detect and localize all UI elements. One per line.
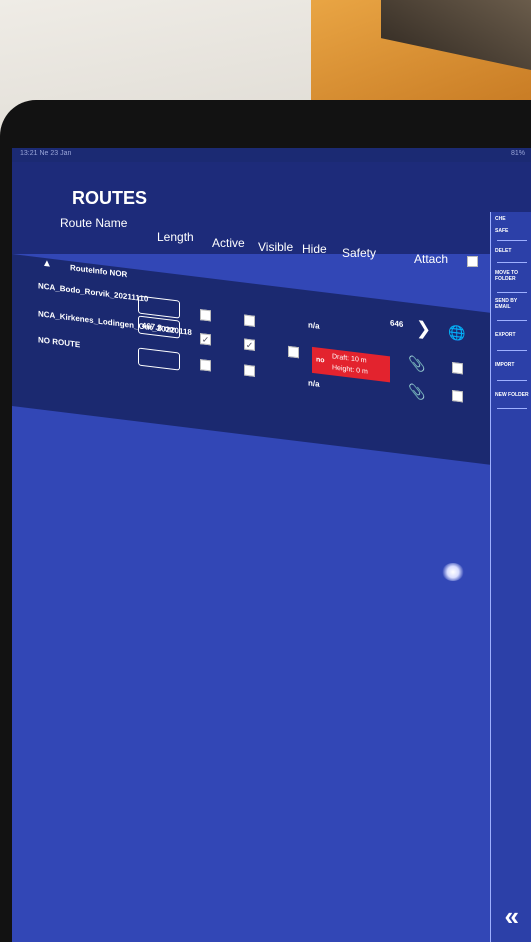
route-count: 646 bbox=[390, 318, 404, 330]
sidebar-item-check[interactable]: CHE bbox=[495, 216, 506, 222]
sidebar-item-move-to-folder[interactable]: MOVE TO FOLDER bbox=[495, 270, 529, 282]
attach-checkbox[interactable] bbox=[452, 362, 463, 375]
table-header: Route Name Length Active Visible Hide Sa… bbox=[12, 212, 491, 267]
safety-status: n/a bbox=[308, 320, 320, 331]
title-bar: ROUTES bbox=[12, 162, 531, 212]
sidebar-divider bbox=[497, 292, 527, 293]
header-attach[interactable]: Attach bbox=[414, 252, 448, 266]
routes-table: ▲ RouteInfo NOR NCA_Bodo_Rorvik_20211110… bbox=[12, 254, 491, 465]
visible-checkbox[interactable]: ✓ bbox=[244, 338, 255, 351]
sidebar-divider bbox=[497, 320, 527, 321]
status-bar: 13:21 Ne 23 Jan 81% bbox=[12, 148, 531, 162]
status-time: 13:21 Ne 23 Jan bbox=[20, 150, 72, 157]
header-visible[interactable]: Visible bbox=[258, 240, 293, 254]
sidebar-divider bbox=[497, 262, 527, 263]
chevron-right-icon[interactable]: ❯ bbox=[416, 318, 431, 341]
safety-details: Draft: 10 m Height: 0 m bbox=[332, 351, 368, 377]
active-checkbox[interactable] bbox=[200, 359, 211, 372]
screen-glare bbox=[442, 563, 464, 581]
sidebar-divider bbox=[497, 380, 527, 381]
header-length[interactable]: Length bbox=[157, 230, 194, 244]
length-field[interactable] bbox=[138, 295, 180, 319]
active-checkbox[interactable] bbox=[200, 309, 211, 322]
folder-icon: ▲ bbox=[42, 257, 52, 270]
attach-checkbox[interactable] bbox=[452, 390, 463, 403]
visible-checkbox[interactable] bbox=[244, 364, 255, 377]
visible-checkbox[interactable] bbox=[244, 314, 255, 327]
active-checkbox[interactable]: ✓ bbox=[200, 333, 211, 346]
safety-status: n/a bbox=[308, 378, 320, 389]
tablet-screen: 13:21 Ne 23 Jan 81% ROUTES Route Name Le… bbox=[12, 148, 531, 942]
page-title: ROUTES bbox=[72, 188, 148, 208]
header-hide[interactable]: Hide bbox=[302, 242, 327, 256]
sidebar-item-new-folder[interactable]: NEW FOLDER bbox=[495, 392, 529, 398]
action-sidebar: CHE SAFE DELET MOVE TO FOLDER SEND BY EM… bbox=[490, 212, 531, 942]
safety-no: no bbox=[316, 356, 325, 365]
collapse-double-chevron-icon[interactable]: « bbox=[505, 901, 519, 932]
length-field[interactable] bbox=[138, 347, 180, 371]
tablet-device: 13:21 Ne 23 Jan 81% ROUTES Route Name Le… bbox=[0, 100, 531, 942]
sidebar-item-import[interactable]: IMPORT bbox=[495, 362, 514, 368]
hide-checkbox[interactable] bbox=[288, 345, 299, 359]
sidebar-divider bbox=[497, 350, 527, 351]
sidebar-divider bbox=[497, 240, 527, 241]
length-field[interactable]: 467.8 nm bbox=[138, 315, 180, 339]
header-active[interactable]: Active bbox=[212, 236, 245, 250]
height-value: Height: 0 m bbox=[332, 364, 368, 376]
paperclip-icon[interactable]: 📎 bbox=[408, 383, 425, 402]
draft-value: Draft: 10 m bbox=[332, 353, 367, 365]
sidebar-divider bbox=[497, 408, 527, 409]
route-name[interactable]: NCA_Bodo_Rorvik_20211110 bbox=[38, 281, 148, 304]
folder-label: RouteInfo NOR bbox=[70, 263, 128, 280]
header-route-name[interactable]: Route Name bbox=[60, 216, 127, 230]
sidebar-item-safe[interactable]: SAFE bbox=[495, 228, 508, 234]
globe-icon[interactable]: 🌐 bbox=[448, 324, 465, 343]
select-all-checkbox[interactable] bbox=[467, 256, 478, 267]
sidebar-item-export[interactable]: EXPORT bbox=[495, 332, 516, 338]
paperclip-icon[interactable]: 📎 bbox=[408, 355, 425, 374]
battery-status: 81% bbox=[510, 150, 525, 157]
header-safety[interactable]: Safety bbox=[342, 246, 376, 260]
sidebar-item-delete[interactable]: DELET bbox=[495, 248, 511, 254]
sidebar-item-send-email[interactable]: SEND BY EMAIL bbox=[495, 298, 529, 310]
